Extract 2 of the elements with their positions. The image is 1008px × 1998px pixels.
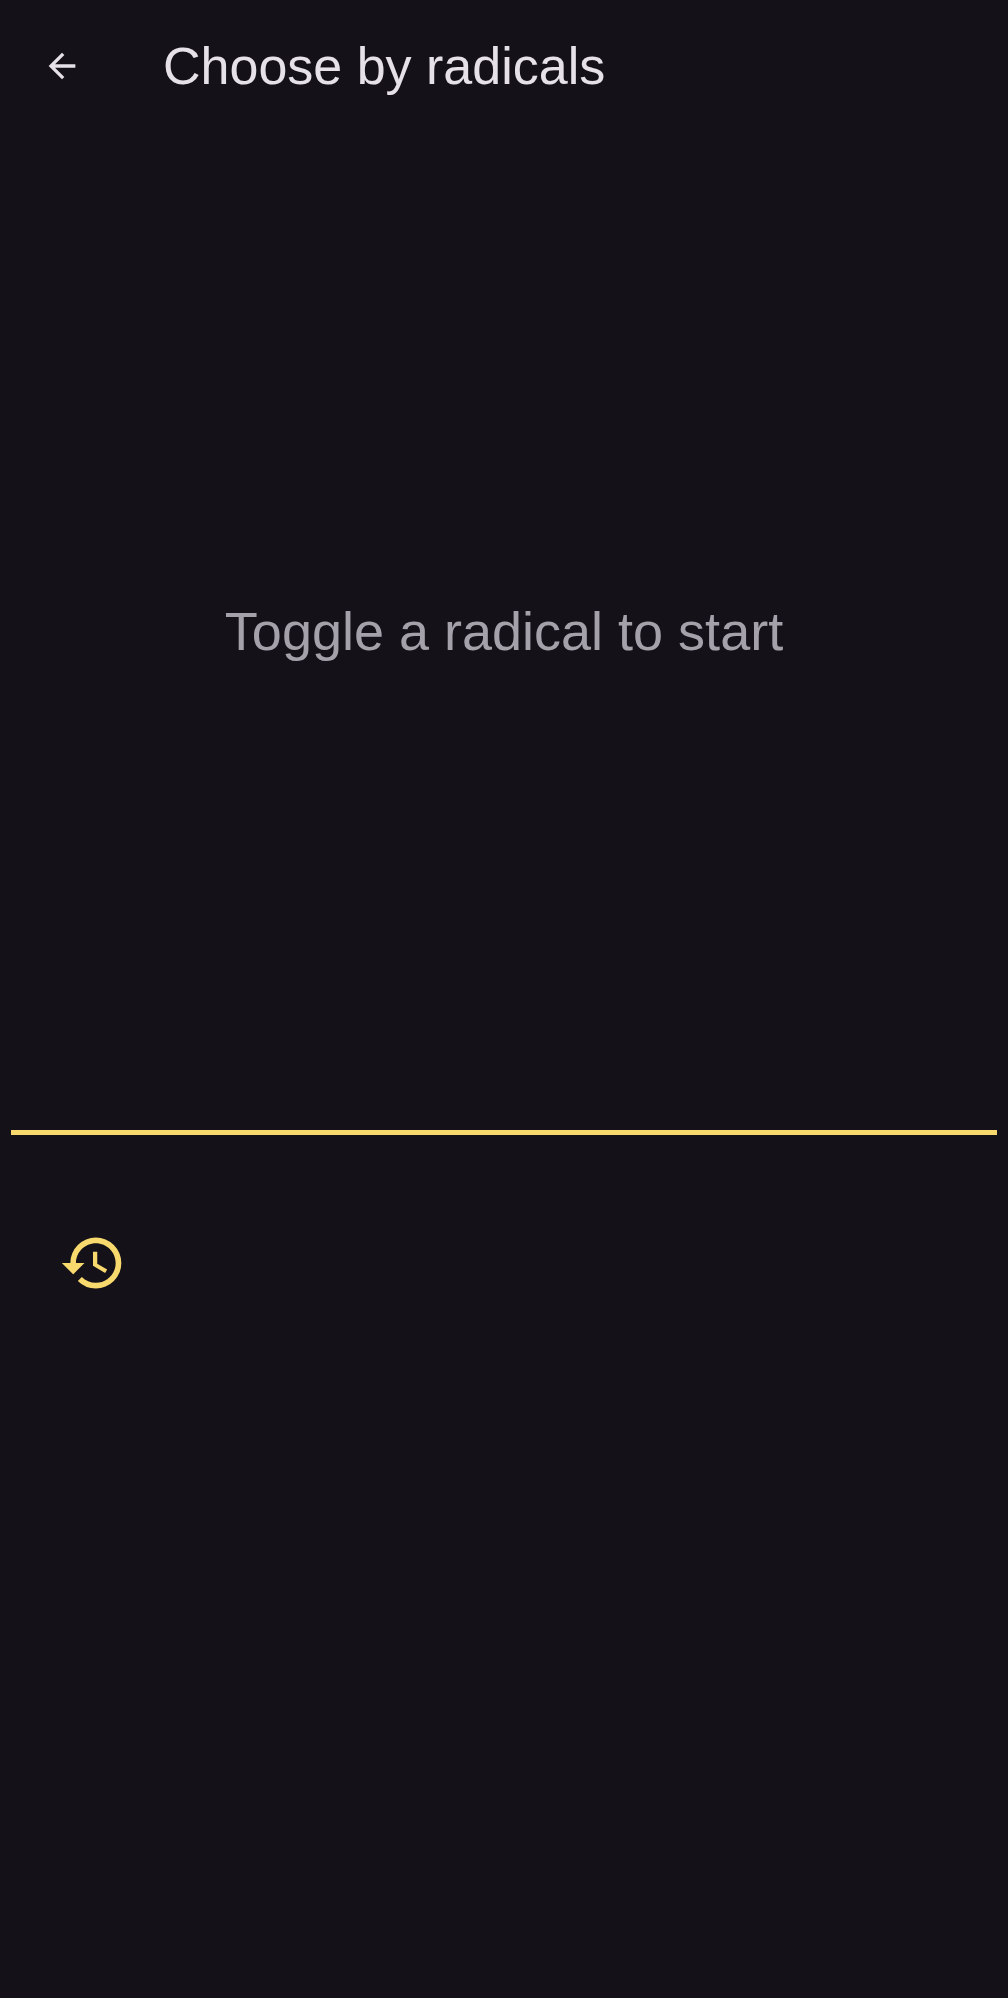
empty-message: Toggle a radical to start — [224, 599, 784, 663]
screen-title: Choose by radicals — [163, 36, 606, 97]
